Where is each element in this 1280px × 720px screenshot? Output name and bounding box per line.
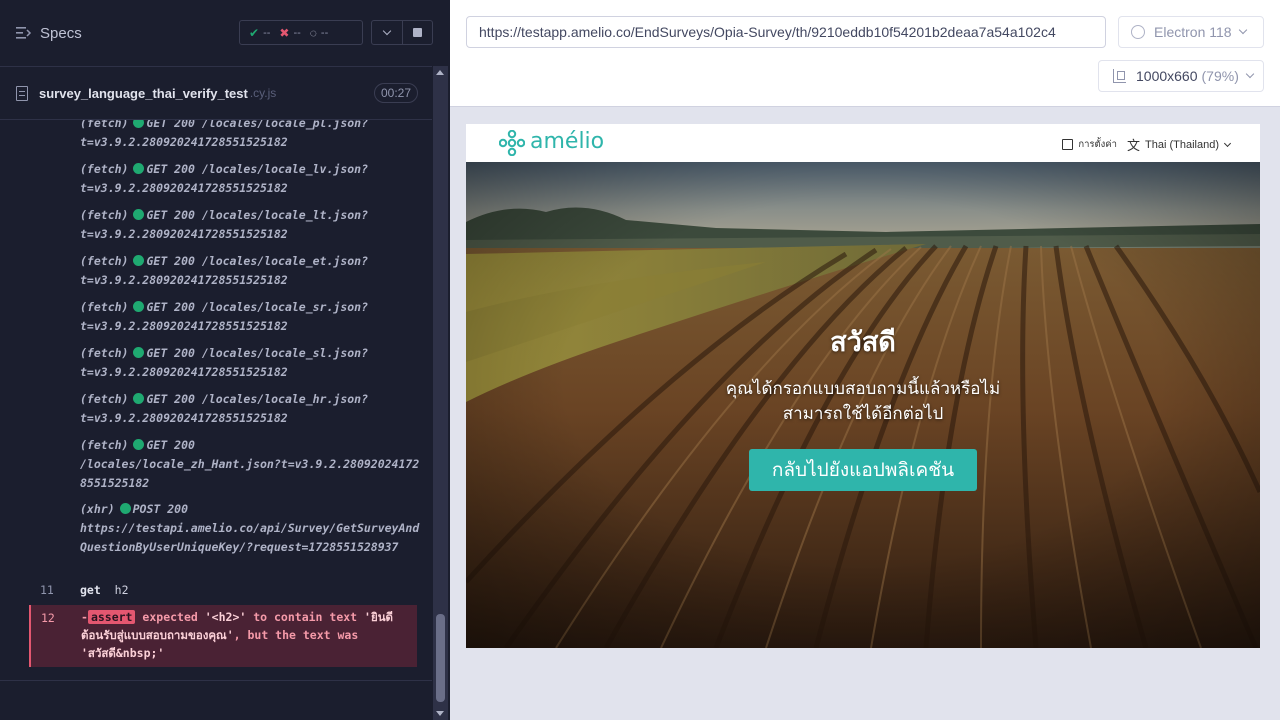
- file-icon: [16, 85, 28, 101]
- log-entry[interactable]: (fetch) GET 200 /locales/locale_hr.json? …: [80, 390, 425, 428]
- settings-link[interactable]: การตั้งค่า: [1062, 137, 1117, 152]
- log-entry[interactable]: (fetch) GET 200 /locales/locale_sr.json? …: [80, 298, 425, 336]
- line-number: 11: [40, 583, 54, 597]
- app-navbar: amélio การตั้งค่า 文 Thai (Thailand): [466, 124, 1260, 162]
- spec-duration: 00:27: [373, 83, 418, 103]
- get-command[interactable]: get h2: [80, 583, 129, 597]
- command-log: (fetch) GET 200 /locales/locale_pl.json? …: [0, 120, 432, 680]
- assertion-error[interactable]: 12 - assert expected '<h2>' to contain te…: [29, 605, 417, 667]
- log-entry[interactable]: (fetch) GET 200 /locales/locale_lv.json? …: [80, 160, 425, 198]
- viewport-select[interactable]: 1000x660 (79%): [1098, 60, 1264, 92]
- specs-label[interactable]: Specs: [40, 25, 82, 42]
- status-dot: [133, 120, 145, 128]
- aut-footer: [466, 648, 1260, 720]
- line-number: 12: [41, 611, 55, 625]
- hero-subtitle: คุณได้กรอกแบบสอบถามนี้แล้วหรือไม่สามารถใ…: [725, 379, 1001, 423]
- error-message: - assert expected '<h2>' to contain text …: [81, 610, 394, 660]
- settings-icon: [1062, 139, 1074, 150]
- check-icon: ✔: [249, 25, 260, 40]
- reporter-panel: Specs ✔ -- ✖ -- ◌ -- survey_language_tha…: [0, 0, 450, 720]
- hero-section: สวัสดี คุณได้กรอกแบบสอบถามนี้แล้วหรือไม่…: [466, 162, 1260, 648]
- test-stats: ✔ -- ✖ -- ◌ --: [239, 20, 363, 45]
- status-dot: [133, 393, 145, 404]
- chevron-down-icon: [382, 26, 392, 35]
- spec-file-bar[interactable]: survey_language_thai_verify_test .cy.js …: [0, 66, 432, 120]
- cross-icon: ✖: [279, 25, 290, 40]
- pending-count: ◌ --: [309, 25, 329, 40]
- log-entry[interactable]: (fetch) GET 200 /locales/locale_et.json? …: [80, 252, 425, 290]
- pending-icon: ◌: [309, 25, 317, 40]
- chevron-down-icon: [1245, 69, 1255, 79]
- assert-badge: assert: [87, 610, 136, 624]
- stop-button[interactable]: [401, 21, 432, 44]
- back-to-app-button[interactable]: กลับไปยังแอปพลิเคชัน: [749, 449, 977, 491]
- scroll-up-icon[interactable]: [436, 70, 444, 75]
- amelio-logo[interactable]: amélio: [530, 129, 604, 154]
- stop-icon: [412, 28, 422, 37]
- translate-icon: 文: [1127, 138, 1141, 153]
- chevron-down-icon: [1238, 25, 1247, 35]
- log-entry[interactable]: (fetch) GET 200 /locales/locale_sl.json? …: [80, 344, 425, 382]
- collapse-button[interactable]: [372, 21, 402, 44]
- aut-panel: https://testapp.amelio.co/EndSurveys/Opi…: [450, 0, 1280, 720]
- hero-content: สวัสดี คุณได้กรอกแบบสอบถามนี้แล้วหรือไม่…: [466, 162, 1260, 648]
- log-entry[interactable]: (fetch) GET 200 /locales/locale_pl.json? …: [80, 120, 425, 152]
- log-entry[interactable]: (xhr) POST 200 https://testapi.amelio.co/…: [80, 500, 425, 557]
- spec-name: survey_language_thai_verify_test: [39, 85, 248, 101]
- browser-select[interactable]: Electron 118: [1118, 16, 1264, 48]
- viewport-icon: [1113, 69, 1126, 83]
- failed-count: ✖ --: [279, 25, 301, 40]
- language-select[interactable]: 文 Thai (Thailand): [1127, 135, 1232, 154]
- status-dot: [133, 255, 145, 266]
- reporter-footer: [0, 680, 432, 720]
- electron-icon: [1131, 25, 1145, 39]
- scroll-down-icon[interactable]: [436, 711, 444, 716]
- status-dot: [133, 439, 145, 450]
- log-scrollbar[interactable]: [433, 66, 448, 720]
- status-dot: [133, 209, 145, 220]
- specs-list-icon[interactable]: [16, 26, 32, 40]
- status-dot: [119, 503, 131, 514]
- url-bar[interactable]: https://testapp.amelio.co/EndSurveys/Opi…: [466, 16, 1106, 48]
- chevron-down-icon: [1223, 139, 1232, 147]
- status-dot: [133, 347, 145, 358]
- reporter-controls: [371, 20, 433, 45]
- navbar-actions: การตั้งค่า 文 Thai (Thailand): [1062, 135, 1232, 154]
- spec-extension: .cy.js: [249, 86, 277, 100]
- log-entry[interactable]: (fetch) GET 200 /locales/locale_zh_Hant.j…: [80, 436, 425, 493]
- log-entry[interactable]: (fetch) GET 200 /locales/locale_lt.json? …: [80, 206, 425, 244]
- status-dot: [133, 301, 145, 312]
- status-dot: [133, 163, 145, 174]
- hero-title: สวัสดี: [830, 327, 896, 357]
- scroll-thumb[interactable]: [436, 614, 445, 702]
- passed-count: ✔ --: [249, 25, 271, 40]
- amelio-logo-icon: [499, 130, 525, 156]
- app-frame: amélio การตั้งค่า 文 Thai (Thailand) สวัส…: [466, 124, 1260, 648]
- aut-header: https://testapp.amelio.co/EndSurveys/Opi…: [450, 0, 1280, 107]
